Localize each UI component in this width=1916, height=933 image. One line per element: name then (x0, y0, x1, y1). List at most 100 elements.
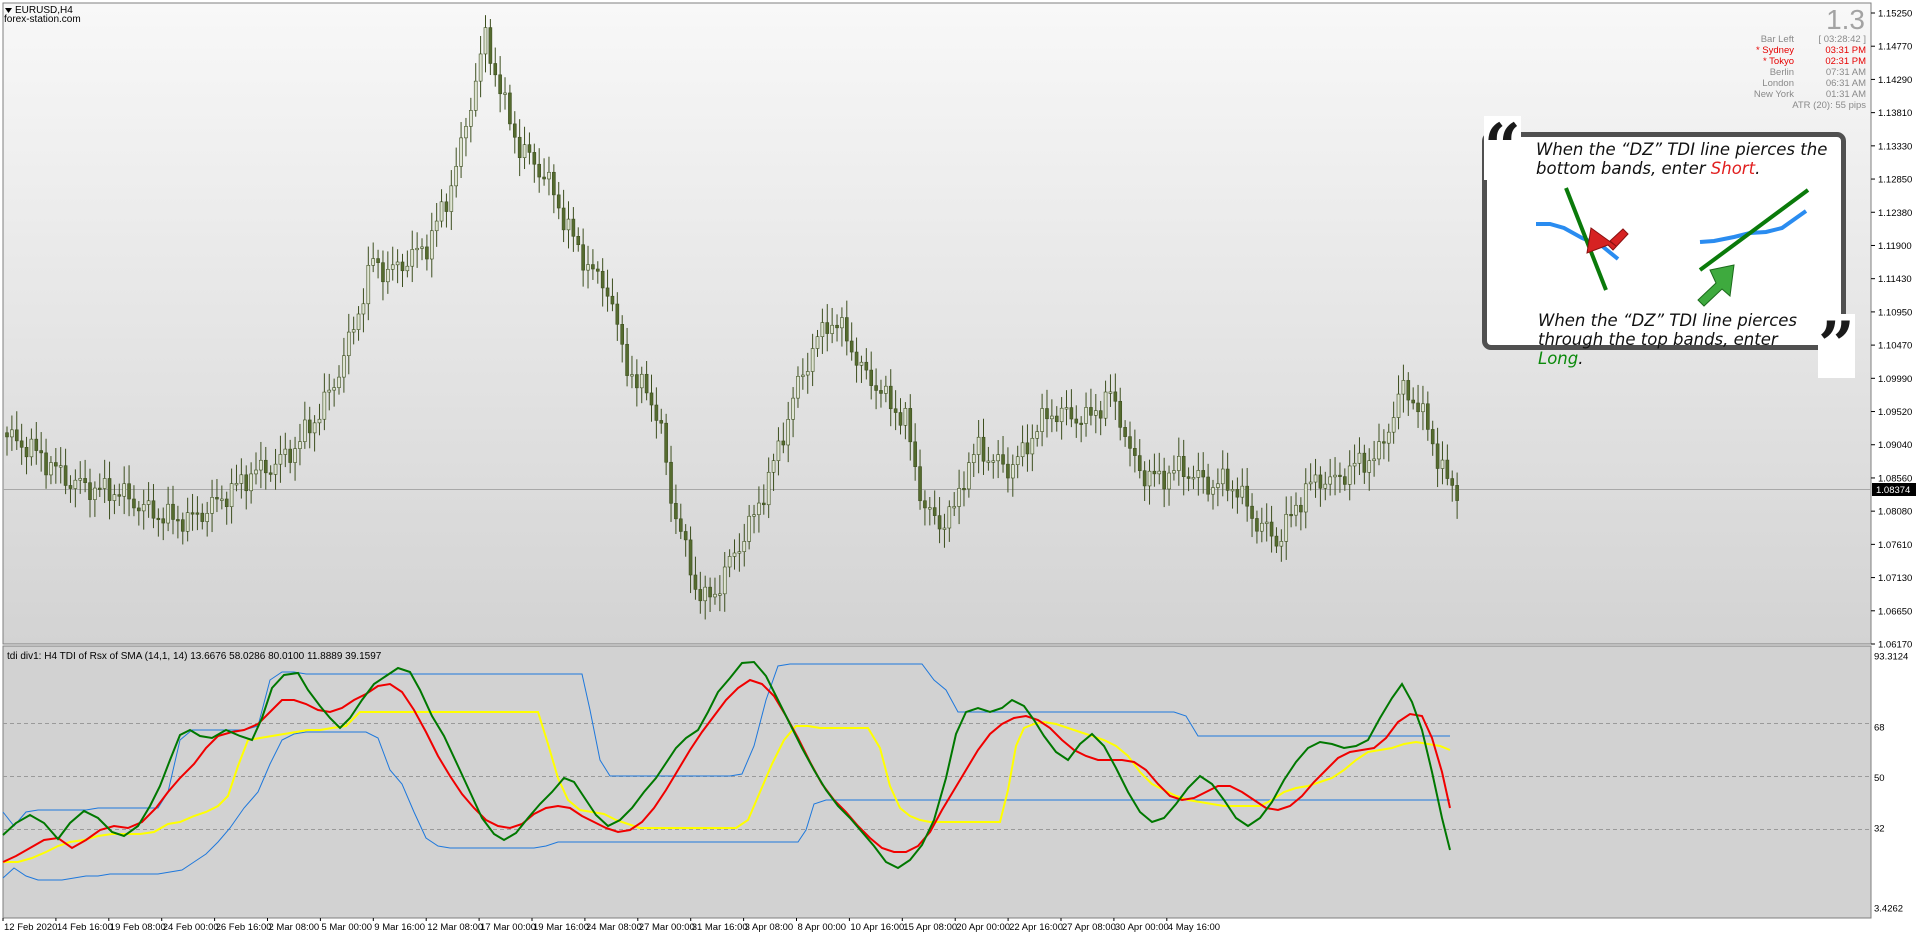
candle-body (742, 541, 747, 552)
candle-body (1318, 474, 1323, 489)
candle-body (434, 220, 439, 232)
candle-body (249, 473, 253, 492)
candle-body (971, 454, 976, 463)
candle-body (649, 392, 654, 406)
candle-body (747, 515, 751, 542)
price-axis-label: 1.09520 (1878, 407, 1912, 418)
candle-body (127, 483, 131, 500)
candle-body (205, 513, 209, 522)
candle-body (908, 408, 913, 443)
candle-body (1152, 470, 1157, 475)
candle-body (464, 126, 468, 139)
indicator-pane-background (3, 646, 1871, 918)
price-axis-label: 1.14290 (1878, 75, 1912, 86)
candle-body (1411, 399, 1415, 404)
candle-body (68, 485, 73, 489)
candle-body (1094, 410, 1098, 416)
candle-body (176, 519, 180, 522)
candle-body (395, 261, 400, 266)
session-value: 07:31 AM (1826, 67, 1866, 78)
candle-body (1333, 474, 1337, 478)
session-label: London (1762, 78, 1794, 89)
candle-body (1074, 418, 1079, 424)
candle-body (654, 404, 659, 421)
atr-label: ATR (20): 55 pips (1792, 100, 1866, 111)
indicator-axis-label: 32 (1874, 823, 1885, 834)
time-axis[interactable]: 12 Feb 2020 14 Feb 16:0019 Feb 08:0024 Fe… (0, 918, 1872, 933)
candle-body (317, 418, 322, 424)
candle-body (859, 361, 864, 366)
session-label: Bar Left (1761, 34, 1795, 45)
price-axis-background (1872, 0, 1916, 933)
candle-body (1352, 462, 1357, 467)
candle-body (503, 92, 507, 95)
candle-body (1435, 443, 1440, 469)
candle-body (810, 348, 815, 372)
candle-body (1133, 448, 1137, 456)
candle-body (454, 166, 458, 187)
candle-body (141, 504, 146, 512)
session-value: 02:31 PM (1825, 56, 1866, 67)
candle-body (220, 498, 224, 501)
candle-body (849, 340, 854, 353)
session-value: 01:31 AM (1826, 89, 1866, 100)
indicator-axis-label: 68 (1874, 722, 1885, 733)
candle-body (293, 448, 297, 463)
candle-body (298, 441, 302, 449)
callout-illustration (1536, 187, 1810, 307)
candle-body (200, 512, 205, 522)
time-axis-label: 10 Apr 16:00 (850, 922, 904, 933)
candle-body (1269, 521, 1274, 537)
time-axis-label: 12 Mar 08:00 (427, 922, 483, 933)
price-axis-label: 1.13810 (1878, 108, 1912, 119)
candle-body (1264, 521, 1269, 524)
candle-body (1260, 522, 1264, 532)
candle-body (683, 531, 688, 541)
candle-body (815, 336, 820, 349)
candle-body (327, 389, 332, 393)
candle-body (727, 556, 732, 568)
time-axis-label: 12 Feb 2020 (4, 922, 57, 933)
candle-body (1406, 380, 1411, 401)
candle-body (122, 483, 126, 497)
candle-body (708, 586, 712, 598)
time-axis-label: 14 Feb 16:00 (57, 922, 113, 933)
candle-body (1391, 417, 1396, 433)
session-label: Berlin (1770, 67, 1794, 78)
candle-body (1089, 407, 1093, 416)
candle-body (444, 201, 449, 212)
candle-body (1108, 391, 1113, 394)
candle-body (986, 460, 991, 463)
chart-header: EURUSD,H4 forex-station.com (4, 5, 81, 25)
candle-body (1440, 459, 1445, 469)
candle-body (303, 419, 307, 442)
candle-body (381, 262, 385, 283)
time-axis-label: 17 Mar 00:00 (480, 922, 536, 933)
candle-body (595, 268, 600, 272)
candle-body (166, 503, 170, 524)
candle-body (210, 497, 214, 514)
candle-body (1450, 478, 1455, 486)
candle-body (669, 461, 673, 504)
candle-body (88, 482, 92, 500)
candle-body (635, 374, 639, 389)
candle-body (512, 123, 517, 138)
candle-body (1279, 541, 1284, 547)
candle-body (24, 447, 29, 458)
candle-body (869, 369, 874, 386)
candle-body (796, 376, 800, 399)
indicator-pane[interactable]: tdi div1: H4 TDI of Rsx of SMA (14,1, 14… (2, 645, 1872, 919)
candle-body (288, 448, 292, 463)
candle-body (586, 264, 590, 271)
candle-body (1059, 407, 1064, 423)
session-label: * Sydney (1756, 45, 1794, 56)
candle-body (1284, 514, 1289, 542)
candle-body (278, 454, 283, 465)
candle-body (1328, 476, 1332, 485)
candle-body (366, 265, 371, 305)
time-axis-label: 24 Feb 00:00 (163, 922, 219, 933)
candle-body (1323, 483, 1328, 489)
candle-body (801, 374, 805, 377)
price-axis[interactable]: 1.15250 1.14770 1.14290 1.13810 1.13330 1.128… (1871, 0, 1916, 933)
candle-body (361, 303, 366, 315)
